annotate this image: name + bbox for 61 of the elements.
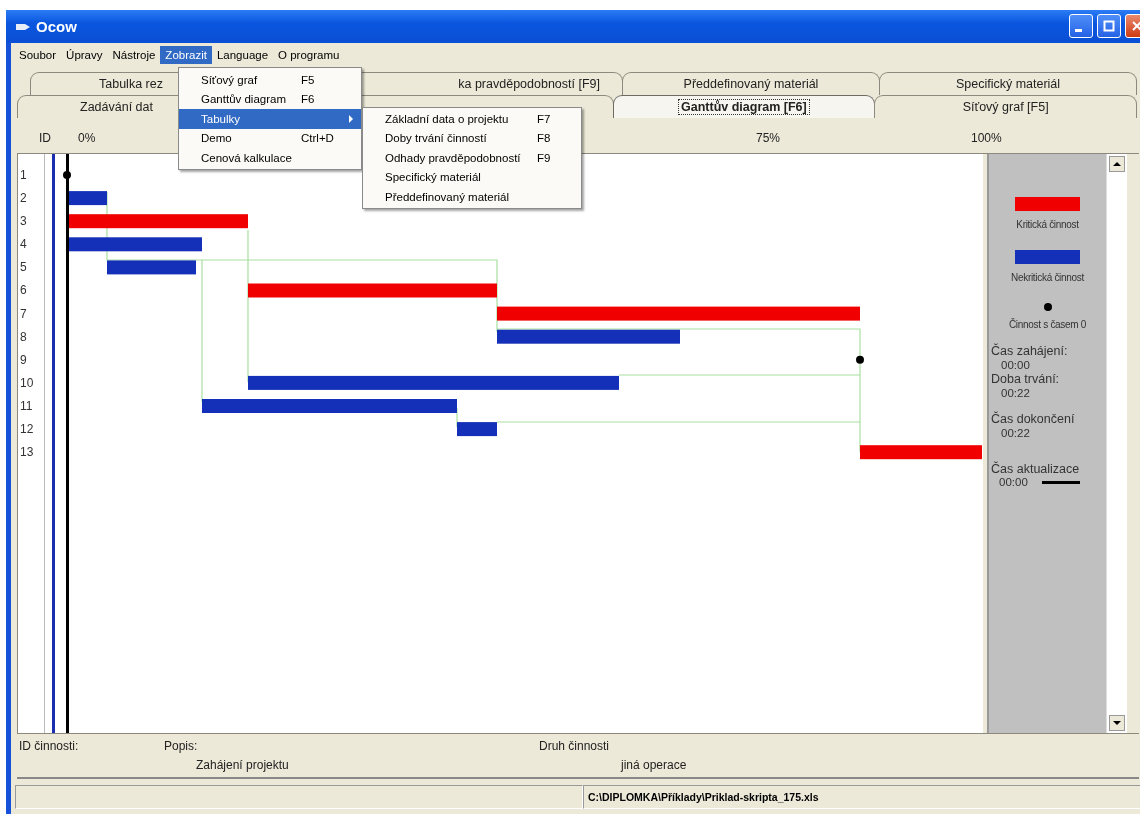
menu-item[interactable]: O programu	[273, 46, 345, 64]
menu-entry[interactable]: Základní data o projektu F7	[363, 109, 581, 129]
scroll-down-icon[interactable]	[1109, 715, 1125, 731]
row-id: 2	[19, 190, 28, 208]
menu-entry[interactable]: Demo Ctrl+D	[179, 128, 361, 148]
time-label: Čas zahájení:	[991, 344, 1068, 358]
menu-item[interactable]: Nástroje	[107, 46, 161, 64]
scale-label: 0%	[78, 131, 96, 145]
field-value: Zahájení projektu	[196, 758, 289, 772]
time-label: Čas dokončení	[991, 412, 1075, 426]
time-value: 00:22	[1001, 387, 1030, 399]
legend-label: Nekritická činnost	[1011, 272, 1084, 283]
menu-entry[interactable]: Doby trvání činností F8	[363, 128, 581, 148]
row-id: 4	[19, 236, 28, 254]
legend-label: Kritická činnost	[1016, 219, 1079, 230]
menu-entry[interactable]: Odhady pravděpodobností F9	[363, 148, 581, 168]
scale-label: 100%	[971, 131, 1002, 145]
row-id: 13	[19, 444, 35, 462]
tab[interactable]: Ganttův diagram [F6]	[612, 95, 876, 118]
legend-label: Činnost s časem 0	[1008, 319, 1087, 330]
row-id: 12	[19, 421, 35, 439]
tab[interactable]: Síťový graf [F5]	[874, 95, 1137, 118]
tab[interactable]: Specifický materiál	[879, 72, 1137, 95]
menu-item[interactable]: Language	[211, 46, 274, 64]
row-id: 8	[19, 328, 28, 346]
menu-entry[interactable]: Tabulky	[179, 109, 361, 129]
maximize-icon	[1103, 20, 1115, 32]
field-value: jiná operace	[621, 758, 687, 772]
field-label: Druh činnosti	[539, 739, 610, 753]
minimize-button[interactable]	[1069, 14, 1093, 38]
row-id: 6	[19, 282, 28, 300]
row-id: 11	[19, 397, 34, 415]
scale-label: 75%	[756, 131, 781, 145]
file-path: C:\DIPLOMKA\Příklady\Priklad-skripta_175.xls	[583, 785, 1140, 809]
menu-entry[interactable]: Předdefinovaný materiál	[363, 187, 581, 207]
menu-item[interactable]: Soubor	[14, 46, 62, 64]
menu-item[interactable]: Zobrazit	[160, 46, 212, 64]
menu-item[interactable]: Úpravy	[61, 46, 108, 64]
row-id: 9	[19, 351, 28, 369]
scroll-up-icon[interactable]	[1109, 156, 1125, 172]
row-id: 3	[19, 213, 28, 231]
app-icon	[16, 21, 30, 32]
row-id: 7	[19, 305, 28, 323]
menu-entry[interactable]: Cenová kalkulace	[179, 148, 361, 168]
field-label: ID činnosti:	[19, 739, 79, 753]
minimize-icon	[1075, 28, 1082, 32]
time-label: Čas aktualizace	[991, 462, 1080, 476]
row-id: 5	[19, 259, 28, 277]
menu-entry[interactable]: Specifický materiál	[363, 167, 581, 187]
close-icon	[1131, 20, 1140, 32]
window-title: Ocow	[36, 18, 77, 35]
time-label: Doba trvání:	[991, 372, 1060, 386]
field-label: Popis:	[164, 739, 198, 753]
time-value: 00:00	[999, 476, 1028, 488]
row-id: 10	[19, 374, 35, 392]
time-value: 00:00	[1001, 359, 1030, 371]
maximize-button[interactable]	[1097, 14, 1121, 38]
id-column-header: ID	[39, 131, 51, 145]
row-id: 1	[19, 167, 28, 184]
scrollbar[interactable]	[1106, 154, 1127, 733]
time-value: 00:22	[1001, 427, 1030, 439]
